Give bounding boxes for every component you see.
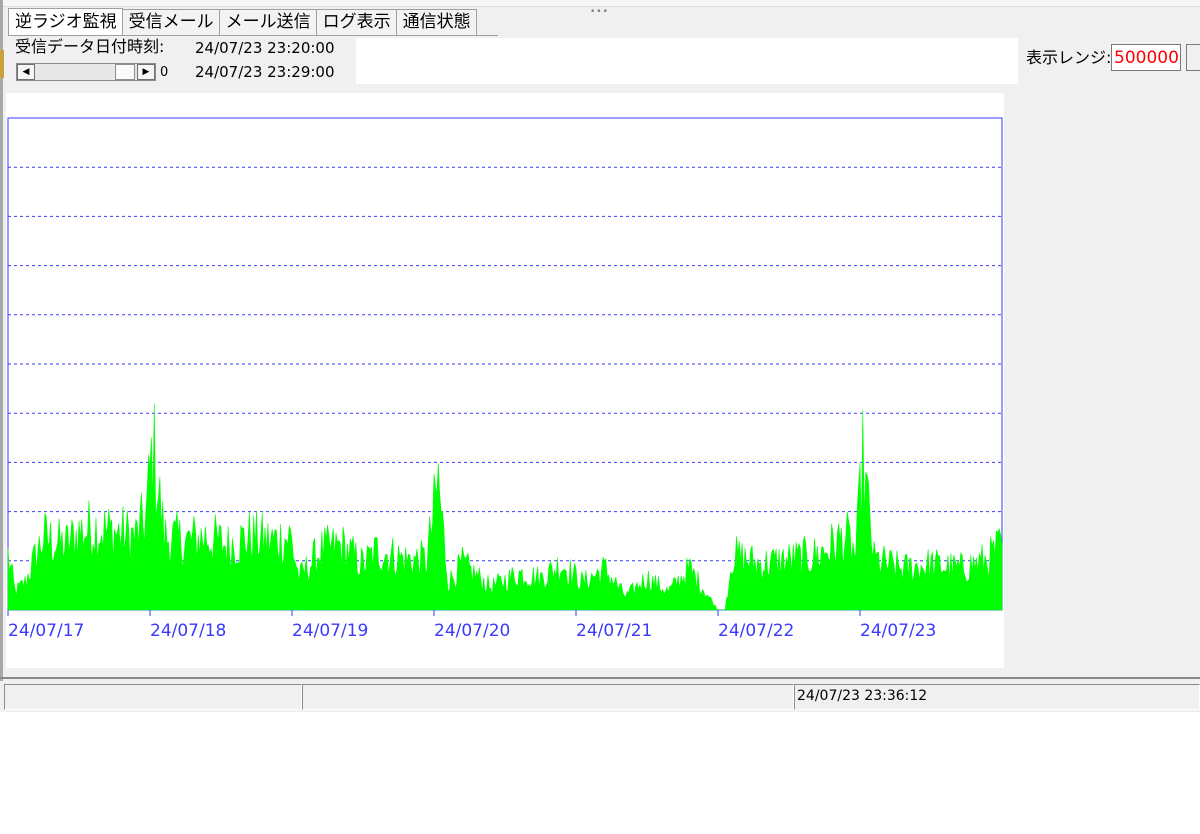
display-range-label: 表示レンジ: [1026, 48, 1112, 67]
tab-received-mail[interactable]: 受信メール [121, 9, 220, 35]
x-tick-label: 24/07/17 [8, 621, 84, 641]
display-range-input[interactable] [1111, 44, 1181, 71]
scroll-left-button[interactable]: ◀ [17, 64, 35, 80]
scroll-thumb[interactable] [115, 64, 135, 80]
x-tick-label: 24/07/21 [576, 621, 652, 641]
scroll-right-button[interactable]: ▶ [137, 64, 155, 80]
time-scrollbar[interactable]: ◀ ▶ [16, 63, 156, 81]
x-tick-label: 24/07/20 [434, 621, 510, 641]
tab-communication-status[interactable]: 通信状態 [395, 9, 477, 35]
info-panel [356, 38, 1018, 84]
drag-grip-icon[interactable]: ••• [590, 8, 609, 17]
display-range-button[interactable] [1186, 44, 1200, 71]
signal-chart: 24/07/17 24/07/18 24/07/19 24/07/20 24/07/21… [7, 117, 1003, 641]
arrow-right-icon: ▶ [142, 67, 150, 77]
tab-strip-border [8, 35, 498, 36]
chart-panel: 24/07/17 24/07/18 24/07/19 24/07/20 24/07/21… [6, 93, 1004, 668]
received-datetime-label: 受信データ日付時刻: [15, 37, 165, 56]
arrow-left-icon: ◀ [22, 67, 30, 77]
status-pane-2 [302, 684, 794, 710]
x-tick-label: 24/07/18 [150, 621, 226, 641]
window-top-edge [0, 0, 1200, 7]
scroll-value: 0 [160, 65, 169, 80]
x-tick-label: 24/07/19 [292, 621, 368, 641]
tab-strip: 逆ラジオ監視 受信メール メール送信 ログ表示 通信状態 [8, 8, 477, 35]
tab-log-view[interactable]: ログ表示 [315, 9, 397, 35]
status-pane-1 [4, 684, 302, 710]
end-datetime: 24/07/23 23:29:00 [195, 63, 335, 81]
tab-reverse-radio-monitor[interactable]: 逆ラジオ監視 [8, 8, 123, 35]
app-window: ••• 逆ラジオ監視 受信メール メール送信 ログ表示 通信状態 受信データ日付… [0, 0, 1200, 712]
left-edge-accent [0, 50, 4, 78]
status-separator [0, 677, 1200, 679]
x-tick-label: 24/07/23 [860, 621, 936, 641]
window-left-edge [0, 0, 3, 712]
signal-series-area [7, 403, 1003, 611]
tab-send-mail[interactable]: メール送信 [218, 9, 317, 35]
start-datetime: 24/07/23 23:20:00 [195, 39, 335, 57]
status-bar [0, 681, 1200, 712]
x-tick-label: 24/07/22 [718, 621, 794, 641]
status-datetime: 24/07/23 23:36:12 [797, 688, 928, 704]
